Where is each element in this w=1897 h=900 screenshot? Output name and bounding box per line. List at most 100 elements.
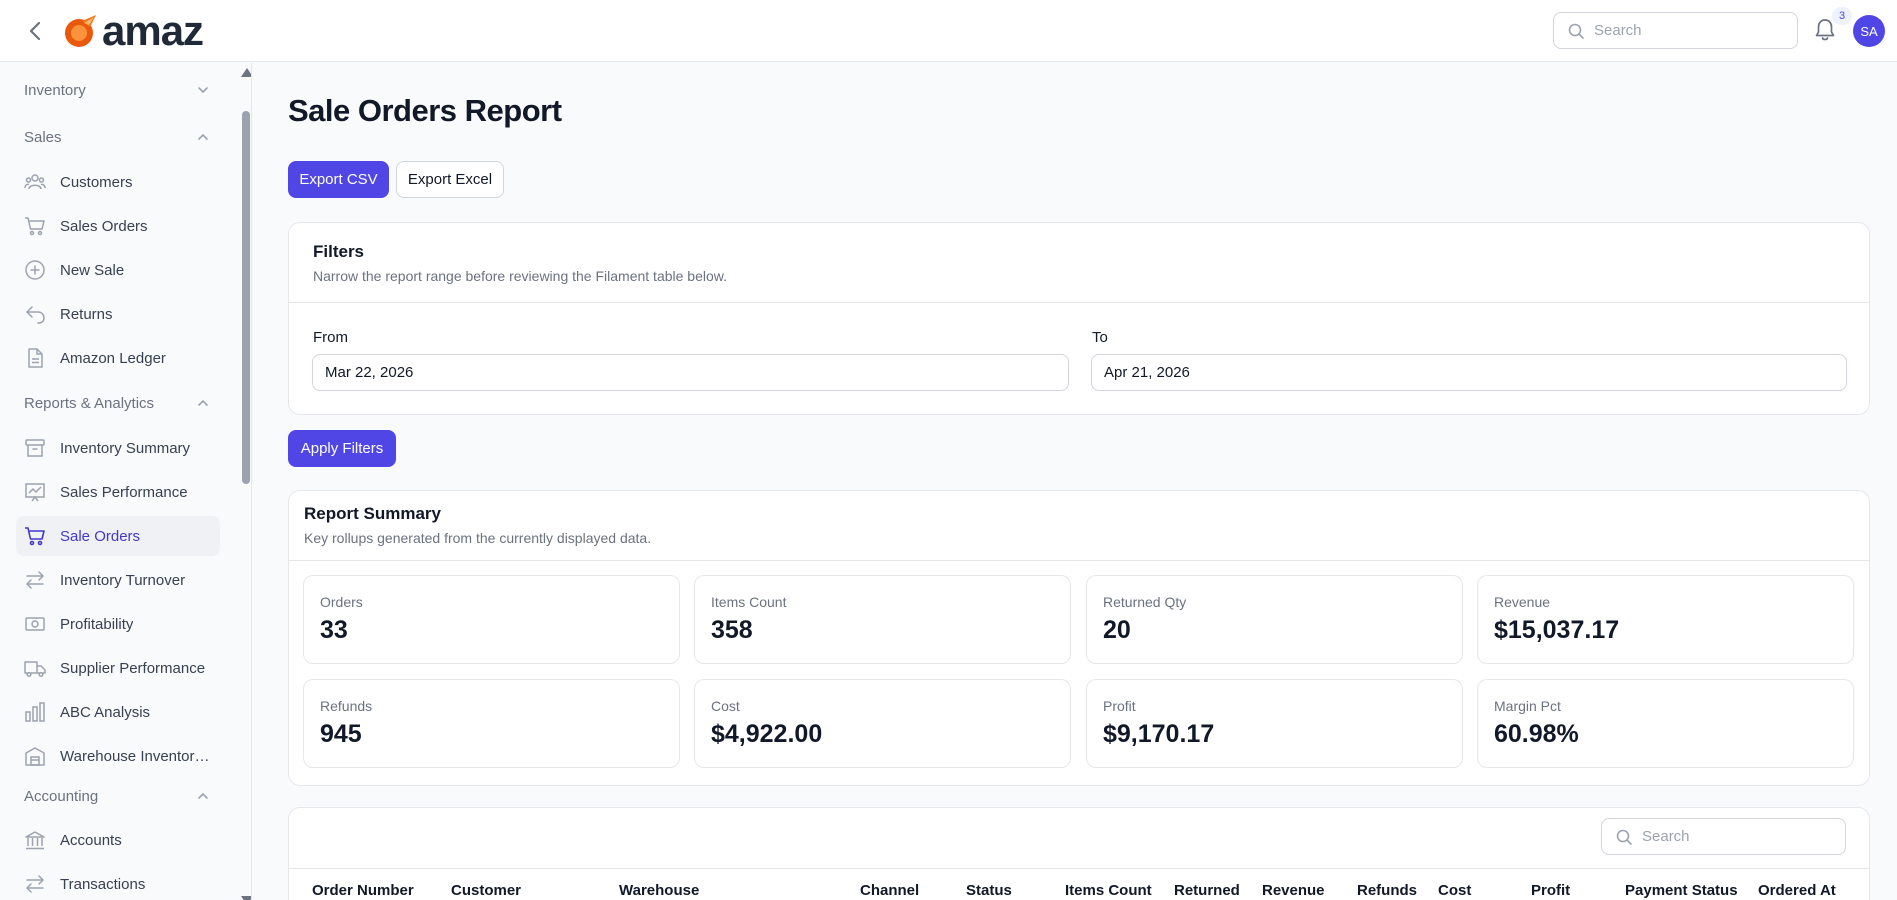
sidebar-item-inventory-turnover[interactable]: Inventory Turnover xyxy=(16,560,220,600)
sidebar-scrollbar[interactable] xyxy=(239,63,251,900)
stat-label: Items Count xyxy=(711,594,787,610)
from-date-field[interactable] xyxy=(312,354,1069,391)
scroll-down-arrow-icon[interactable] xyxy=(241,896,251,900)
global-search[interactable] xyxy=(1553,12,1798,49)
apply-filters-button[interactable]: Apply Filters xyxy=(288,430,396,467)
stat-value: 33 xyxy=(320,616,348,644)
sidebar-item-abc-analysis[interactable]: ABC Analysis xyxy=(16,692,220,732)
sidebar-item-warehouse-inventory[interactable]: Warehouse Inventor… xyxy=(16,736,220,776)
sidebar-group-accounting[interactable]: Accounting xyxy=(24,782,210,810)
column-header-payment-status[interactable]: Payment Status xyxy=(1625,882,1738,899)
sidebar-item-transactions[interactable]: Transactions xyxy=(16,864,220,900)
stat-label: Margin Pct xyxy=(1494,698,1561,714)
cart-icon xyxy=(25,527,45,546)
stat-label: Profit xyxy=(1103,698,1136,714)
top-bar: amaz 3 SA xyxy=(0,0,1897,62)
sidebar-item-new-sale[interactable]: New Sale xyxy=(16,250,220,290)
to-date-input[interactable] xyxy=(1104,364,1846,381)
sidebar-item-profitability[interactable]: Profitability xyxy=(16,604,220,644)
to-label: To xyxy=(1092,329,1108,346)
export-csv-button[interactable]: Export CSV xyxy=(288,161,389,198)
stat-label: Refunds xyxy=(320,698,373,714)
stat-value: $4,922.00 xyxy=(711,720,823,748)
column-header-ordered-at[interactable]: Ordered At xyxy=(1758,882,1836,899)
column-header-returned[interactable]: Returned xyxy=(1174,882,1240,899)
sidebar-item-sale-orders[interactable]: Sale Orders xyxy=(16,516,220,556)
stat-label: Returned Qty xyxy=(1103,594,1187,610)
column-header-customer[interactable]: Customer xyxy=(451,882,521,899)
truck-icon xyxy=(24,661,46,678)
sidebar-item-label: Profitability xyxy=(60,615,134,633)
stat-card-margin-pct: Margin Pct 60.98% xyxy=(1477,679,1854,768)
sidebar-item-label: Transactions xyxy=(60,875,146,893)
column-header-cost[interactable]: Cost xyxy=(1438,882,1471,899)
return-arrow-icon xyxy=(26,306,45,324)
stat-value: 358 xyxy=(711,616,753,644)
sidebar: Inventory Sales Customers Sales Orders N… xyxy=(0,63,252,900)
sidebar-item-customers[interactable]: Customers xyxy=(16,162,220,202)
stat-card-refunds: Refunds 945 xyxy=(303,679,680,768)
bank-icon xyxy=(25,831,45,850)
app-logo[interactable]: amaz xyxy=(62,10,204,52)
chevron-down-icon xyxy=(198,87,208,94)
column-header-refunds[interactable]: Refunds xyxy=(1357,882,1417,899)
sidebar-item-label: Inventory Turnover xyxy=(60,571,186,589)
sidebar-item-amazon-ledger[interactable]: Amazon Ledger xyxy=(16,338,220,378)
export-excel-button[interactable]: Export Excel xyxy=(396,161,504,198)
chevron-left-icon xyxy=(29,21,41,41)
arrows-exchange-icon xyxy=(26,875,44,893)
sidebar-item-inventory-summary[interactable]: Inventory Summary xyxy=(16,428,220,468)
sidebar-group-label: Inventory xyxy=(24,81,86,99)
sidebar-item-label: Sale Orders xyxy=(60,527,141,545)
column-header-channel[interactable]: Channel xyxy=(860,882,919,899)
column-header-status[interactable]: Status xyxy=(966,882,1012,899)
sidebar-group-sales[interactable]: Sales xyxy=(24,123,210,151)
scrollbar-thumb[interactable] xyxy=(242,111,250,484)
from-date-input[interactable] xyxy=(325,364,1068,381)
sidebar-item-label: Warehouse Inventor… xyxy=(60,747,210,765)
sidebar-item-sales-performance[interactable]: Sales Performance xyxy=(16,472,220,512)
document-icon xyxy=(28,348,43,368)
summary-title: Report Summary xyxy=(304,504,441,523)
column-header-warehouse[interactable]: Warehouse xyxy=(619,882,699,899)
stat-card-returned-qty: Returned Qty 20 xyxy=(1086,575,1463,664)
sidebar-item-accounts[interactable]: Accounts xyxy=(16,820,220,860)
table-search-input[interactable] xyxy=(1642,828,1822,845)
stat-label: Cost xyxy=(711,698,740,714)
filters-title: Filters xyxy=(313,242,365,261)
column-header-order-number[interactable]: Order Number xyxy=(312,882,414,899)
sidebar-item-returns[interactable]: Returns xyxy=(16,294,220,334)
sidebar-item-label: Inventory Summary xyxy=(60,439,191,457)
column-header-revenue[interactable]: Revenue xyxy=(1262,882,1325,899)
sidebar-item-label: Supplier Performance xyxy=(60,659,206,677)
sidebar-item-label: Accounts xyxy=(60,831,122,849)
global-search-input[interactable] xyxy=(1594,22,1774,39)
sidebar-group-reports[interactable]: Reports & Analytics xyxy=(24,389,210,417)
table-search[interactable] xyxy=(1601,818,1846,855)
arrows-exchange-icon xyxy=(26,571,44,589)
sidebar-item-label: Sales Orders xyxy=(60,217,148,235)
stat-card-cost: Cost $4,922.00 xyxy=(694,679,1071,768)
users-icon xyxy=(24,174,46,190)
to-date-field[interactable] xyxy=(1091,354,1847,391)
user-avatar[interactable]: SA xyxy=(1853,15,1885,47)
cart-icon xyxy=(25,217,45,236)
sidebar-item-sales-orders[interactable]: Sales Orders xyxy=(16,206,220,246)
stat-value: $9,170.17 xyxy=(1103,720,1215,748)
sidebar-item-supplier-performance[interactable]: Supplier Performance xyxy=(16,648,220,688)
search-icon xyxy=(1616,829,1632,845)
stat-label: Orders xyxy=(320,594,363,610)
column-header-profit[interactable]: Profit xyxy=(1531,882,1570,899)
search-icon xyxy=(1568,23,1584,39)
sidebar-group-inventory[interactable]: Inventory xyxy=(24,76,210,104)
stat-card-profit: Profit $9,170.17 xyxy=(1086,679,1463,768)
back-button[interactable] xyxy=(24,18,46,44)
plus-circle-icon xyxy=(25,260,45,280)
stat-label: Revenue xyxy=(1494,594,1551,610)
stat-value: $15,037.17 xyxy=(1494,616,1620,644)
column-header-items-count[interactable]: Items Count xyxy=(1065,882,1152,899)
chevron-up-icon xyxy=(198,399,208,406)
from-label: From xyxy=(313,329,348,346)
scroll-up-arrow-icon[interactable] xyxy=(241,68,251,77)
cash-icon xyxy=(25,617,45,631)
